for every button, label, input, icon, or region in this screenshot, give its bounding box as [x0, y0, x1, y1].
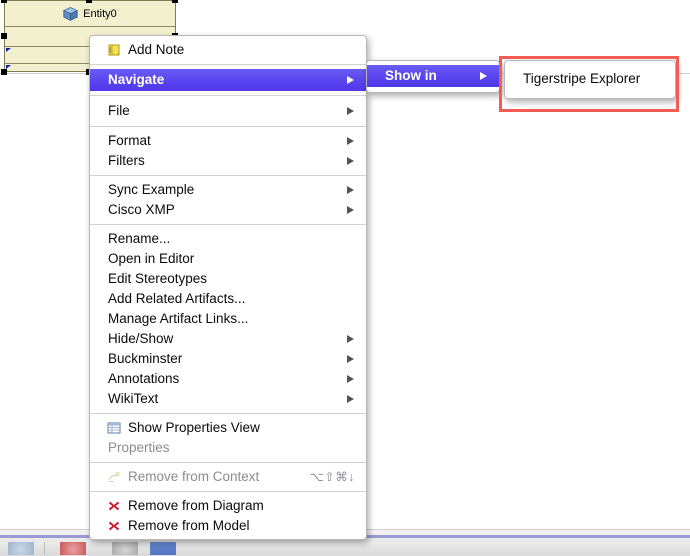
- submenu-show-in[interactable]: Tigerstripe Explorer: [504, 60, 676, 99]
- menu-item-shortcut: ⌥⇧⌘↓: [309, 470, 355, 484]
- red-x-icon: [106, 518, 122, 534]
- dock-icon-3[interactable]: [112, 542, 138, 555]
- selection-handle-top-right[interactable]: [172, 0, 178, 3]
- menu-item-label: Remove from Context: [128, 469, 260, 484]
- menu-item-sync-example[interactable]: Sync Example: [90, 180, 366, 200]
- selection-handle-top-center[interactable]: [86, 0, 92, 3]
- submenu-arrow-icon: [347, 395, 354, 403]
- submenu-arrow-icon: [347, 107, 354, 115]
- menu-separator: [90, 413, 366, 414]
- submenu-navigate[interactable]: Show in: [366, 60, 500, 93]
- submenu-arrow-icon: [347, 335, 354, 343]
- remove-context-icon: [106, 469, 122, 485]
- menu-item-remove-from-model[interactable]: Remove from Model: [90, 516, 366, 536]
- menu-item-label: Sync Example: [108, 182, 195, 197]
- submenu-arrow-icon: [347, 76, 354, 84]
- menu-item-label: Filters: [108, 153, 145, 168]
- dock-icon-1[interactable]: [8, 542, 34, 555]
- menu-item-buckminster[interactable]: Buckminster: [90, 349, 366, 369]
- submenu-arrow-icon: [347, 375, 354, 383]
- note-icon: [106, 42, 122, 58]
- menu-item-label: Remove from Diagram: [128, 498, 264, 513]
- menu-item-remove-from-context: Remove from Context ⌥⇧⌘↓: [90, 467, 366, 487]
- menu-item-edit-stereotypes[interactable]: Edit Stereotypes: [90, 269, 366, 289]
- menu-item-manage-artifact-links[interactable]: Manage Artifact Links...: [90, 309, 366, 329]
- menu-item-label: File: [108, 103, 130, 118]
- menu-item-properties: Properties: [90, 438, 366, 458]
- menu-item-label: Add Note: [128, 42, 185, 57]
- entity-cube-icon: [63, 6, 79, 21]
- menu-item-label: Navigate: [108, 72, 165, 87]
- menu-separator: [90, 95, 366, 96]
- context-menu[interactable]: Add Note Navigate File Format Filters Sy…: [89, 35, 367, 540]
- menu-item-hide-show[interactable]: Hide/Show: [90, 329, 366, 349]
- menu-item-filters[interactable]: Filters: [90, 151, 366, 171]
- menu-item-label: Buckminster: [108, 351, 183, 366]
- menu-item-tigerstripe-explorer[interactable]: Tigerstripe Explorer: [505, 68, 675, 90]
- dock-separator: [44, 542, 45, 555]
- menu-item-label: Annotations: [108, 371, 180, 386]
- menu-item-label: Show in: [385, 68, 437, 83]
- menu-item-label: Manage Artifact Links...: [108, 311, 249, 326]
- selection-handle-middle-left[interactable]: [1, 33, 7, 39]
- menu-item-navigate[interactable]: Navigate: [90, 69, 366, 91]
- menu-item-label: Open in Editor: [108, 251, 195, 266]
- menu-item-show-in[interactable]: Show in: [367, 65, 499, 87]
- menu-item-label: Edit Stereotypes: [108, 271, 208, 286]
- menu-separator: [90, 175, 366, 176]
- entity-header: Entity0: [5, 1, 175, 27]
- submenu-arrow-icon: [480, 72, 487, 80]
- dock-icon-2[interactable]: [60, 542, 86, 555]
- dock[interactable]: [0, 542, 690, 555]
- selection-handle-top-left[interactable]: [1, 0, 7, 3]
- submenu-arrow-icon: [347, 137, 354, 145]
- compartment-marker-attributes[interactable]: [6, 48, 11, 52]
- menu-item-label: Add Related Artifacts...: [108, 291, 246, 306]
- menu-item-wikitext[interactable]: WikiText: [90, 389, 366, 409]
- menu-item-label: Properties: [108, 440, 170, 455]
- menu-item-label: Show Properties View: [128, 420, 260, 435]
- menu-item-file[interactable]: File: [90, 100, 366, 122]
- dock-icon-4[interactable]: [150, 542, 176, 555]
- menu-separator: [90, 462, 366, 463]
- submenu-arrow-icon: [347, 206, 354, 214]
- menu-separator: [90, 64, 366, 65]
- menu-item-label: Cisco XMP: [108, 202, 175, 217]
- submenu-arrow-icon: [347, 355, 354, 363]
- menu-item-label: Rename...: [108, 231, 171, 246]
- menu-item-open-in-editor[interactable]: Open in Editor: [90, 249, 366, 269]
- menu-item-remove-from-diagram[interactable]: Remove from Diagram: [90, 496, 366, 516]
- submenu-arrow-icon: [347, 186, 354, 194]
- selection-handle-bottom-left[interactable]: [1, 69, 7, 75]
- properties-table-icon: [106, 420, 122, 436]
- menu-separator: [90, 491, 366, 492]
- menu-item-rename[interactable]: Rename...: [90, 229, 366, 249]
- menu-item-add-related-artifacts[interactable]: Add Related Artifacts...: [90, 289, 366, 309]
- menu-item-label: Format: [108, 133, 151, 148]
- entity-name-label: Entity0: [83, 7, 117, 20]
- menu-item-label: Remove from Model: [128, 518, 250, 533]
- menu-item-cisco-xmp[interactable]: Cisco XMP: [90, 200, 366, 220]
- menu-item-format[interactable]: Format: [90, 131, 366, 151]
- menu-item-label: Hide/Show: [108, 331, 174, 346]
- menu-item-label: Tigerstripe Explorer: [523, 71, 641, 86]
- submenu-arrow-icon: [347, 157, 354, 165]
- menu-item-label: WikiText: [108, 391, 159, 406]
- menu-item-show-properties-view[interactable]: Show Properties View: [90, 418, 366, 438]
- menu-separator: [90, 126, 366, 127]
- menu-item-add-note[interactable]: Add Note: [90, 40, 366, 60]
- menu-separator: [90, 224, 366, 225]
- menu-item-annotations[interactable]: Annotations: [90, 369, 366, 389]
- red-x-icon: [106, 498, 122, 514]
